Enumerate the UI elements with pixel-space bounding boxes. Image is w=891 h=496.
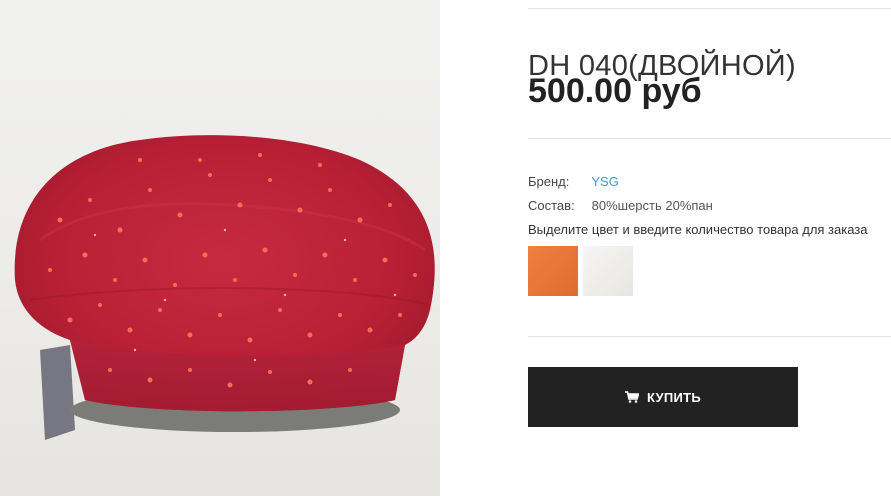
cart-icon <box>624 391 639 403</box>
product-price: 500.00 руб <box>528 72 702 110</box>
product-image[interactable] <box>0 0 440 496</box>
composition-label: Состав: <box>528 198 575 213</box>
buy-button-label: КУПИТЬ <box>646 389 702 405</box>
divider <box>528 336 891 337</box>
brand-link[interactable]: YSG <box>591 174 618 189</box>
product-info: DH 040(ДВОЙНОЙ) 500.00 руб Бренд: YSG Со… <box>528 0 891 496</box>
swatch-white[interactable] <box>583 246 633 296</box>
divider <box>528 138 891 139</box>
brand-label: Бренд: <box>528 174 570 189</box>
color-swatches <box>528 246 633 296</box>
color-instruction: Выделите цвет и введите количество товар… <box>528 222 868 237</box>
composition-value: 80%шерсть 20%пан <box>591 198 713 213</box>
brand-row: Бренд: YSG <box>528 174 619 189</box>
divider <box>528 8 891 9</box>
buy-button[interactable]: КУПИТЬ <box>528 367 798 427</box>
composition-row: Состав: 80%шерсть 20%пан <box>528 198 713 213</box>
beret-illustration <box>14 135 435 440</box>
swatch-orange[interactable] <box>528 246 578 296</box>
